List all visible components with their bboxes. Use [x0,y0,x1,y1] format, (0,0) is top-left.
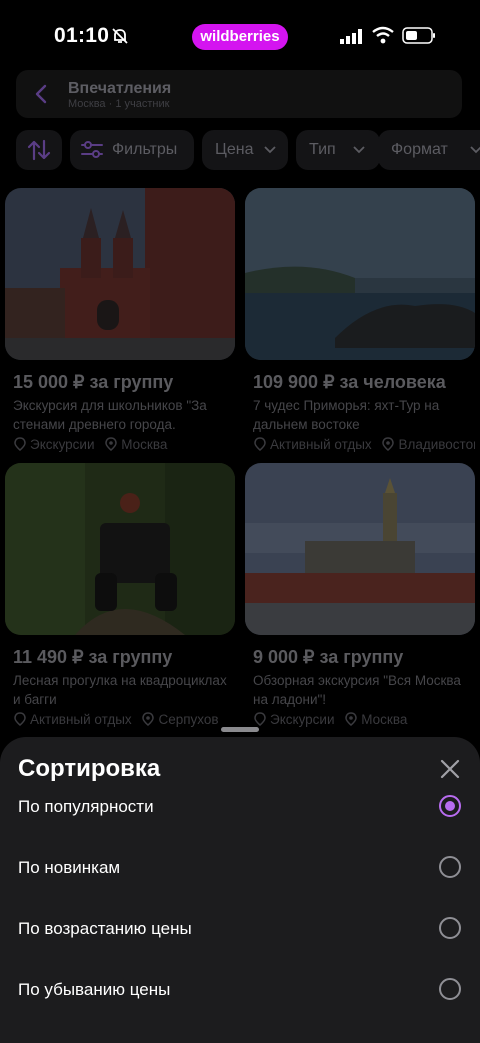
card-meta: Активный отдых Серпухов [13,712,235,727]
chevron-down-icon [264,146,276,154]
wifi-icon [372,26,394,44]
back-arrow-icon[interactable] [30,82,54,106]
sort-option-label: По убыванию цены [18,980,171,999]
card-image-kremlin-gate [5,188,235,360]
card-price: 9 000 ₽ за группу [253,647,404,667]
sort-option-newest[interactable]: По новинкам [0,848,480,888]
card-price: 15 000 ₽ за группу [13,372,174,392]
radio-unselected[interactable] [439,917,461,939]
sort-option-popularity[interactable]: По популярности [0,787,480,827]
card-meta: Активный отдых Владивосток [253,437,475,452]
location-pin-icon [142,712,155,726]
sort-option-label: По возрастанию цены [18,919,192,938]
chevron-down-icon [470,146,480,154]
category-pin-icon [14,712,26,726]
card-category: Активный отдых [270,437,372,452]
location-pin-icon [105,437,118,451]
location-pin-icon [382,437,395,451]
radio-unselected[interactable] [439,978,461,1000]
page-subtitle: Москва · 1 участник [68,98,170,110]
price-chip-label: Цена [215,141,254,158]
close-icon[interactable] [438,757,462,781]
card-image-quad-bike [5,463,235,635]
filters-label: Фильтры [112,141,178,158]
sheet-drag-handle[interactable] [221,727,259,732]
bell-muted-icon [112,28,128,44]
page-header: Впечатления Москва · 1 участник [16,70,462,118]
radio-unselected[interactable] [439,856,461,878]
category-pin-icon [254,437,266,451]
card-category: Активный отдых [30,712,132,727]
card-description: Обзорная экскурсия "Вся Москва на ладони… [253,673,461,707]
filter-chips-row: Фильтры Цена Тип Формат [16,130,480,170]
sheet-title: Сортировка [18,755,161,782]
category-pin-icon [14,437,26,451]
sort-bottom-sheet: Сортировка По популярности По новинкам П… [0,737,480,1043]
type-filter-chip[interactable]: Тип [296,130,380,170]
sort-option-label: По популярности [18,797,154,816]
card-image-sea-rocks [245,188,475,360]
sort-option-price-asc[interactable]: По возрастанию цены [0,909,480,949]
chevron-down-icon [353,146,365,154]
sort-arrows-icon [27,139,51,161]
sort-option-label: По новинкам [18,858,121,877]
sliders-icon [81,141,103,158]
price-filter-chip[interactable]: Цена [202,130,288,170]
card-description: Экскурсия для школьников "За стенами дре… [13,398,207,432]
card-description: 7 чудес Приморья: яхт-Тур на дальнем вос… [253,398,440,432]
card-description: Лесная прогулка на квадроциклах и багги [13,673,227,707]
card-image-kremlin-panorama [245,463,475,635]
status-bar: 01:10 wildberries [0,0,480,70]
format-chip-label: Формат [391,141,448,158]
card-location: Москва [121,437,168,452]
radio-selected[interactable] [439,795,461,817]
page-title: Впечатления [68,80,172,97]
format-filter-chip[interactable]: Формат [378,130,480,170]
card-location: Серпухов [158,712,219,727]
card-price: 11 490 ₽ за группу [13,647,173,667]
filters-button[interactable]: Фильтры [70,130,194,170]
card-meta: Экскурсии Москва [253,712,475,727]
sort-option-price-desc[interactable]: По убыванию цены [0,970,480,1010]
category-pin-icon [254,712,266,726]
type-chip-label: Тип [309,141,336,158]
location-pin-icon [345,712,358,726]
card-location: Москва [361,712,408,727]
sort-button[interactable] [16,130,62,170]
card-meta: Экскурсии Москва [13,437,235,452]
cellular-signal-icon [340,29,362,44]
battery-icon [402,27,435,44]
brand-pill: wildberries [192,24,288,50]
status-time: 01:10 [54,24,110,47]
card-category: Экскурсии [30,437,95,452]
card-category: Экскурсии [270,712,335,727]
card-location: Владивосток [398,437,475,452]
card-price: 109 900 ₽ за человека [253,372,446,392]
